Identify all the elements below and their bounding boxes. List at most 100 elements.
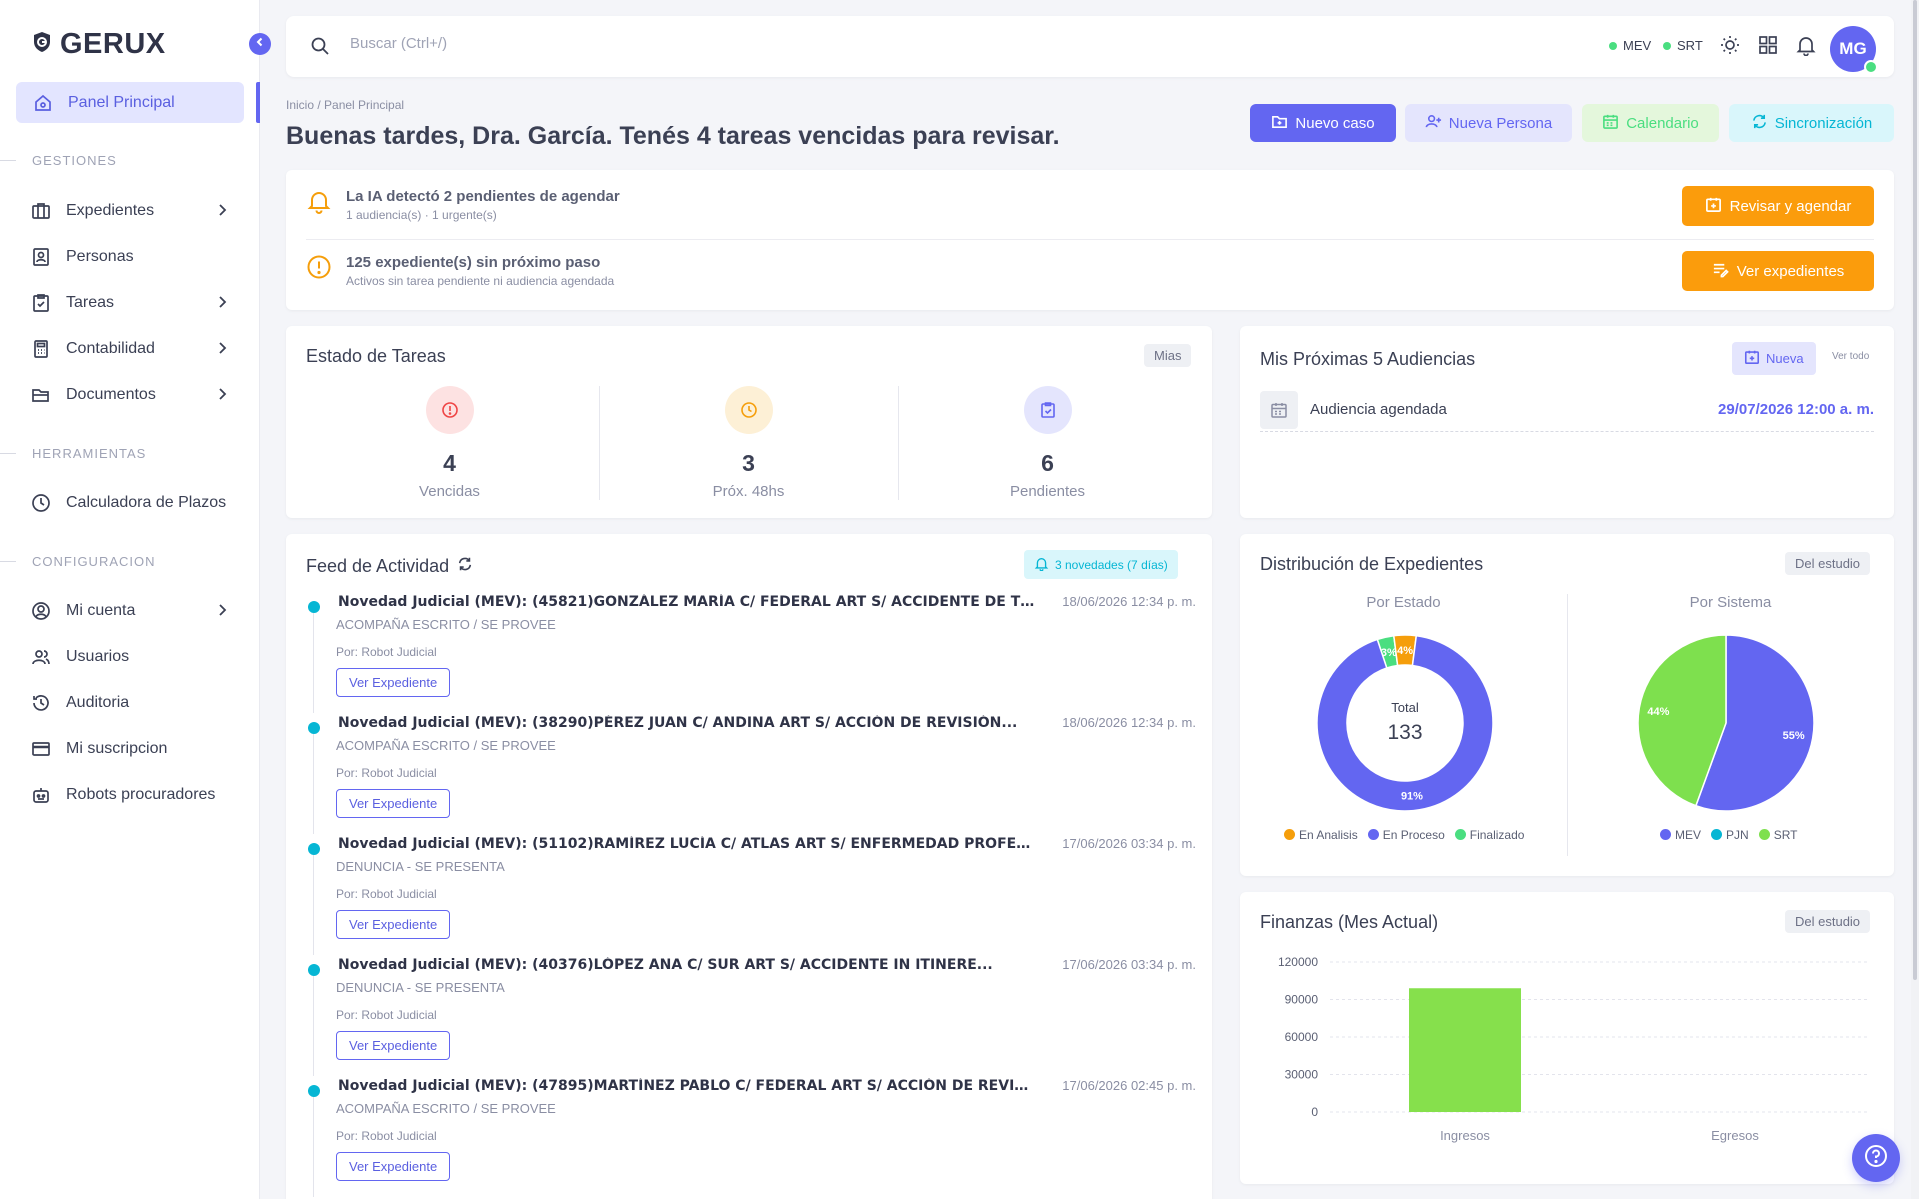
feed-title: Novedad Judicial (MEV): (40376)LÓPEZ ANA… — [338, 957, 993, 973]
sidebar-item-personas[interactable]: Personas — [30, 242, 230, 272]
filter-tag[interactable]: Del estudio — [1785, 552, 1871, 575]
sidebar-item-calculadora[interactable]: Calculadora de Plazos — [30, 488, 230, 518]
stat-pendientes[interactable]: 6 Pendientes — [898, 386, 1197, 500]
clipboard-check-icon — [30, 292, 52, 314]
calendario-button[interactable]: Calendario — [1582, 104, 1719, 142]
active-indicator — [256, 82, 260, 123]
sidebar-item-mi-suscripcion[interactable]: Mi suscripcion — [30, 734, 230, 764]
card-title: Mis Próximas 5 Audiencias — [1260, 349, 1476, 369]
sidebar-item-expedientes[interactable]: Expedientes — [30, 196, 230, 226]
legend-label: SRT — [1773, 828, 1798, 842]
sidebar-item-label: Expedientes — [66, 202, 155, 219]
timeline-line — [313, 976, 314, 1076]
user-plus-icon — [1425, 113, 1442, 134]
feed-author: Por: Robot Judicial — [336, 1129, 437, 1143]
alert-subtitle: Activos sin tarea pendiente ni audiencia… — [346, 274, 615, 288]
avatar[interactable]: MG — [1830, 26, 1878, 74]
status-srt: SRT — [1663, 38, 1703, 53]
ver-expedientes-button[interactable]: Ver expedientes — [1682, 251, 1874, 291]
status-label: SRT — [1677, 38, 1703, 53]
status-dot — [1663, 41, 1671, 50]
feed-date: 17/06/2026 02:45 p. m. — [1062, 1078, 1196, 1093]
sidebar-item-usuarios[interactable]: Usuarios — [30, 642, 230, 672]
legend-item[interactable]: MEV — [1660, 828, 1701, 842]
sidebar-item-label: Personas — [66, 248, 134, 265]
alerts-card: La IA detectó 2 pendientes de agendar 1 … — [286, 170, 1894, 310]
ver-expediente-button[interactable]: Ver Expediente — [336, 1152, 451, 1181]
app-name: GERUX — [60, 28, 166, 60]
feed-subtitle: ACOMPAÑA ESCRITO / SE PROVEE — [336, 1101, 556, 1116]
ver-todo-link[interactable]: Ver todo — [1832, 351, 1869, 362]
help-button[interactable] — [1852, 1134, 1900, 1182]
logo[interactable]: GERUX — [32, 28, 166, 61]
feed-title: Novedad Judicial (MEV): (38290)PÉREZ JUA… — [338, 715, 1018, 731]
stat-vencidas[interactable]: 4 Vencidas — [300, 386, 599, 500]
sidebar-item-mi-cuenta[interactable]: Mi cuenta — [30, 596, 230, 626]
sidebar-item-contabilidad[interactable]: Contabilidad — [30, 334, 230, 364]
collapse-sidebar-button[interactable] — [249, 33, 271, 55]
search-input[interactable] — [350, 35, 750, 52]
sun-icon[interactable] — [1719, 34, 1741, 61]
feed-item: Novedad Judicial (MEV): (47895)MARTÍNEZ … — [306, 1078, 1196, 1197]
sidebar-item-robots[interactable]: Robots procuradores — [30, 780, 230, 810]
calendar-icon — [1260, 391, 1298, 429]
bar-ingresos[interactable] — [1409, 988, 1521, 1112]
filter-tag[interactable]: Mias — [1144, 344, 1192, 367]
audiencia-row[interactable]: Audiencia agendada 29/07/2026 12:00 a. m… — [1260, 390, 1874, 432]
stat-value: 3 — [742, 450, 755, 476]
sidebar-item-label: Usuarios — [66, 648, 130, 665]
legend-item[interactable]: Finalizado — [1454, 828, 1525, 842]
bell-icon — [1034, 556, 1049, 574]
ver-expediente-button[interactable]: Ver Expediente — [336, 910, 451, 939]
chevron-left-icon — [254, 35, 266, 53]
help-circle-icon — [1863, 1143, 1889, 1174]
apps-grid-icon[interactable] — [1757, 34, 1779, 61]
novedades-badge[interactable]: 3 novedades (7 días) — [1024, 550, 1178, 579]
sidebar: GERUX Panel Principal GESTIONES Expedien… — [0, 0, 260, 1199]
y-tick-label: 30000 — [1285, 1068, 1319, 1082]
sidebar-item-auditoria[interactable]: Auditoria — [30, 688, 230, 718]
nav-panel-principal-label: Panel Principal — [68, 93, 175, 111]
feed-title: Novedad Judicial (MEV): (45821)GONZÁLEZ … — [338, 594, 1038, 610]
ver-expediente-button[interactable]: Ver Expediente — [336, 668, 451, 697]
nueva-persona-button[interactable]: Nueva Persona — [1405, 104, 1572, 142]
search-icon[interactable] — [310, 36, 330, 61]
chevron-right-icon — [214, 340, 230, 361]
ver-expediente-button[interactable]: Ver Expediente — [336, 789, 451, 818]
sidebar-item-label: Tareas — [66, 294, 115, 311]
sidebar-item-documentos[interactable]: Documentos — [30, 380, 230, 410]
legend-label: Finalizado — [1469, 828, 1525, 842]
alert-circle-icon — [306, 254, 332, 288]
refresh-icon[interactable] — [457, 556, 473, 577]
clock-icon — [30, 492, 52, 514]
legend-item[interactable]: En Analisis — [1284, 828, 1358, 842]
sidebar-item-label: Robots procuradores — [66, 786, 216, 803]
ver-expediente-button[interactable]: Ver Expediente — [336, 1031, 451, 1060]
filter-tag[interactable]: Del estudio — [1785, 910, 1871, 933]
stat-label: Próx. 48hs — [712, 483, 785, 500]
timeline-line — [313, 1097, 314, 1197]
chevron-right-icon — [214, 294, 230, 315]
timeline-dot — [308, 843, 320, 855]
badge-label: 3 novedades (7 días) — [1055, 557, 1168, 572]
revisar-agendar-button[interactable]: Revisar y agendar — [1682, 186, 1874, 226]
sincronizacion-button[interactable]: Sincronización — [1729, 104, 1894, 142]
tareas-card: Estado de Tareas Mias 4 Vencidas 3 Próx.… — [286, 326, 1212, 518]
nuevo-caso-button[interactable]: Nuevo caso — [1250, 104, 1396, 142]
clipboard-check-icon — [1023, 386, 1072, 434]
clock-icon — [724, 386, 773, 434]
legend-item[interactable]: En Proceso — [1367, 828, 1445, 842]
nav-panel-principal[interactable]: Panel Principal — [16, 82, 244, 123]
scrollbar-thumb[interactable] — [1913, 0, 1917, 980]
folder-open-icon — [30, 384, 52, 406]
stat-proximas[interactable]: 3 Próx. 48hs — [599, 386, 898, 500]
sidebar-item-tareas[interactable]: Tareas — [30, 288, 230, 318]
legend-item[interactable]: SRT — [1758, 828, 1798, 842]
nueva-audiencia-button[interactable]: Nueva — [1732, 342, 1816, 375]
feed-title: Novedad Judicial (MEV): (47895)MARTÍNEZ … — [338, 1078, 1038, 1094]
feed-author: Por: Robot Judicial — [336, 1008, 437, 1022]
legend-item[interactable]: PJN — [1711, 828, 1749, 842]
stat-label: Pendientes — [1009, 483, 1086, 500]
bell-icon[interactable] — [1795, 34, 1817, 61]
feed-item: Novedad Judicial (MEV): (40376)LÓPEZ ANA… — [306, 957, 1196, 1076]
